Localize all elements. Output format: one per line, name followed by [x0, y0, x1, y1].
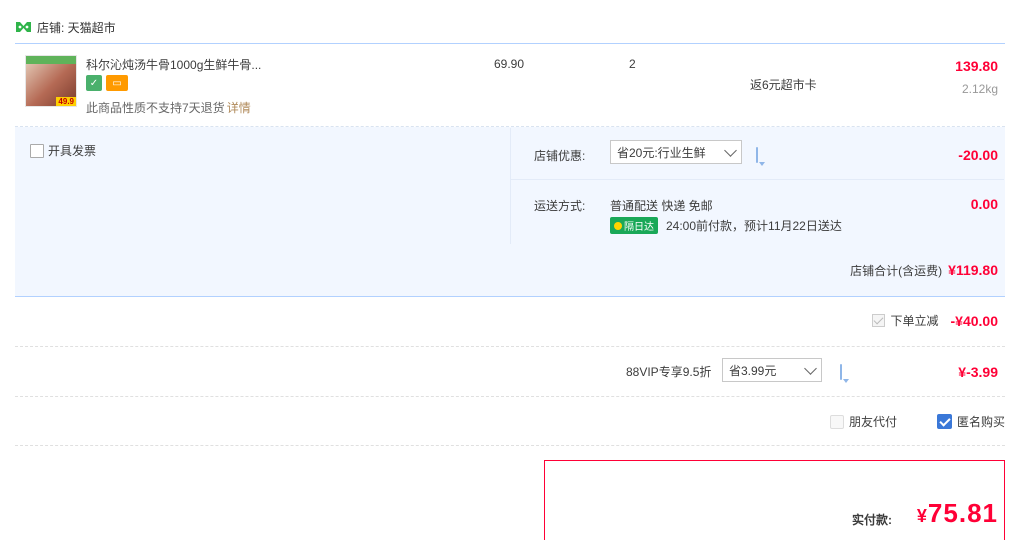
item-subtotal: 139.80 — [955, 58, 998, 74]
no-return-notice: 此商品性质不支持7天退货 详情 — [86, 99, 251, 116]
no-return-text: 此商品性质不支持7天退货 — [86, 101, 225, 115]
product-title[interactable]: 科尔沁炖汤牛骨1000g生鲜牛骨... — [86, 56, 261, 73]
next-day-badge: 隔日达 — [610, 217, 658, 234]
shop-name[interactable]: 店铺: 天猫超市 — [37, 19, 116, 36]
shop-discount-select[interactable]: 省20元:行业生鲜 — [610, 140, 742, 164]
divider — [15, 445, 1005, 446]
instant-discount-value: -¥40.00 — [950, 312, 998, 329]
chevron-down-icon — [724, 143, 737, 157]
friend-pay-label: 朋友代付 — [849, 415, 898, 429]
chevron-down-icon — [804, 361, 817, 375]
invoice-option[interactable]: 开具发票 — [30, 142, 96, 159]
card-icon[interactable]: ▭ — [106, 75, 128, 91]
shop-total: 店铺合计(含运费) ¥119.80 — [850, 262, 998, 279]
chat-icon[interactable] — [756, 147, 758, 163]
vip-discount-select[interactable]: 省3.99元 — [722, 358, 822, 382]
item-weight: 2.12kg — [961, 82, 998, 96]
guarantee-icon[interactable]: ✓ — [86, 75, 102, 91]
vip-discount-value: ¥-3.99 — [958, 364, 998, 380]
friend-pay-checkbox[interactable] — [830, 414, 844, 429]
instant-discount-label: 下单立减 — [890, 314, 939, 328]
next-day-badge-text: 隔日达 — [624, 222, 654, 233]
payment-amount-value: 75.81 — [927, 498, 998, 528]
divider — [15, 396, 1005, 397]
divider — [15, 346, 1005, 347]
tmall-shop-icon — [16, 22, 31, 32]
delivery-note: 24:00前付款，预计11月22日送达 — [666, 219, 842, 233]
payment-amount: ¥75.81 — [917, 498, 998, 529]
shipping-method: 普通配送 快递 免邮 — [610, 199, 713, 213]
thumbnail-tag — [26, 56, 76, 64]
shop-discount-selected: 省20元:行业生鲜 — [617, 145, 706, 160]
detail-link[interactable]: 详情 — [227, 101, 251, 115]
shop-header: 店铺: 天猫超市 — [16, 18, 116, 36]
currency-symbol: ¥ — [916, 506, 928, 526]
vip-selected: 省3.99元 — [729, 363, 777, 378]
shop-total-label: 店铺合计(含运费) — [850, 264, 943, 278]
rebate-text: 返6元超市卡 — [750, 78, 817, 92]
shop-discount-label: 店铺优惠: — [534, 149, 586, 163]
shipping-fee: 0.00 — [970, 196, 998, 212]
anonymous-checkbox[interactable] — [937, 414, 952, 429]
shipping-label: 运送方式: — [534, 199, 586, 213]
vip-label: 88VIP专享9.5折 — [626, 365, 712, 379]
product-thumbnail[interactable]: 49.9 — [25, 55, 77, 107]
panel-divider — [510, 179, 1004, 180]
invoice-label: 开具发票 — [48, 144, 97, 158]
anonymous-option[interactable]: 匿名购买 — [937, 413, 1005, 430]
friend-pay-option[interactable]: 朋友代付 — [830, 413, 897, 430]
shop-total-value: ¥119.80 — [948, 262, 998, 278]
payment-label: 实付款: — [852, 513, 892, 527]
anonymous-label: 匿名购买 — [957, 415, 1006, 429]
delivery-info: 隔日达 24:00前付款，预计11月22日送达 — [610, 217, 842, 234]
chat-icon[interactable] — [840, 364, 842, 380]
thumbnail-price-badge: 49.9 — [56, 97, 76, 106]
unit-price: 69.90 — [494, 57, 525, 71]
clock-icon — [614, 221, 622, 230]
instant-discount: 下单立减 -¥40.00 — [871, 312, 998, 329]
shop-discount-value: -20.00 — [958, 147, 998, 163]
service-icons: ✓ ▭ — [86, 75, 128, 91]
instant-discount-checkbox — [871, 314, 885, 327]
quantity: 2 — [629, 57, 636, 71]
invoice-checkbox[interactable] — [30, 143, 44, 158]
